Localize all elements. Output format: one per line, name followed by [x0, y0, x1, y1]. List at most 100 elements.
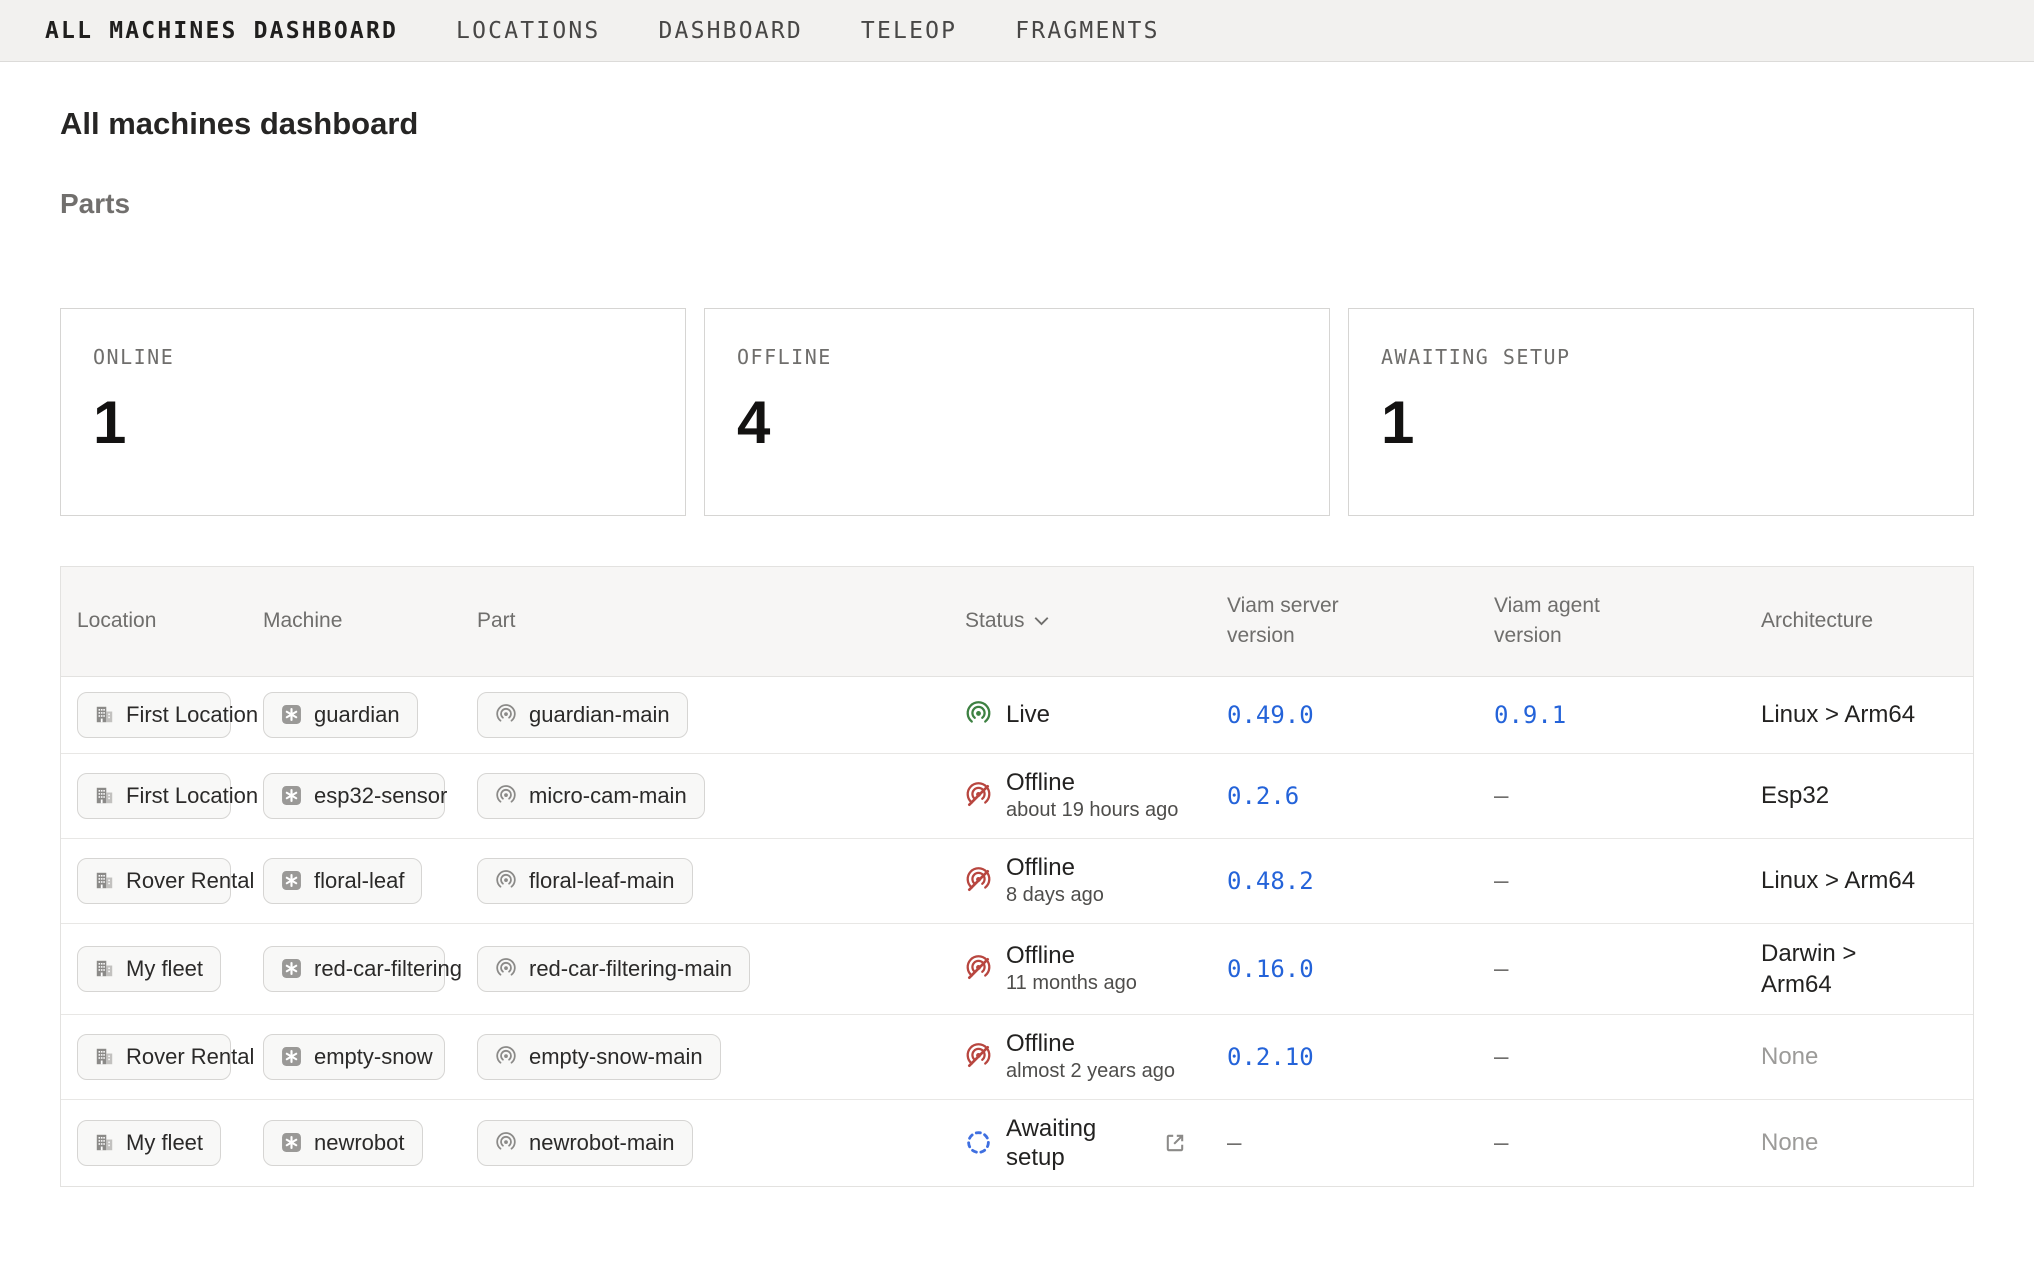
nav-item-teleop[interactable]: TELEOP	[861, 18, 957, 44]
page-content: All machines dashboard Parts ONLINE 1 OF…	[0, 106, 2034, 1187]
server-version-link[interactable]: 0.48.2	[1227, 867, 1314, 895]
table-row: My fleet red-car-filtering	[61, 923, 1973, 1014]
machine-asterisk-icon	[281, 785, 302, 806]
stat-card-offline: OFFLINE 4	[704, 308, 1330, 516]
agent-version-cell: –	[1478, 754, 1745, 838]
machine-cell: esp32-sensor	[247, 754, 461, 838]
nav-item-fragments[interactable]: FRAGMENTS	[1015, 18, 1159, 44]
location-badge[interactable]: Rover Rental	[77, 858, 231, 904]
part-cell: empty-snow-main	[461, 1015, 949, 1099]
agent-version-link[interactable]: –	[1494, 1129, 1508, 1157]
agent-version-link[interactable]: –	[1494, 782, 1508, 810]
architecture-value: Linux > Arm64	[1761, 699, 1915, 730]
server-version-link[interactable]: –	[1227, 1129, 1241, 1157]
architecture-cell: Linux > Arm64	[1745, 839, 1973, 923]
location-badge[interactable]: First Location	[77, 773, 231, 819]
location-cell: My fleet	[61, 1100, 247, 1186]
location-badge[interactable]: Rover Rental	[77, 1034, 231, 1080]
nav-item-locations[interactable]: LOCATIONS	[456, 18, 600, 44]
part-badge[interactable]: newrobot-main	[477, 1120, 693, 1166]
server-version-cell: 0.16.0	[1211, 924, 1478, 1014]
table-row: First Location guardian	[61, 677, 1973, 753]
part-cell: floral-leaf-main	[461, 839, 949, 923]
server-version-link[interactable]: 0.16.0	[1227, 955, 1314, 983]
table-row: Rover Rental empty-snow	[61, 1014, 1973, 1099]
architecture-value: Esp32	[1761, 780, 1829, 811]
status-label: Offline	[1006, 1029, 1136, 1058]
stat-card-label: OFFLINE	[737, 345, 1297, 369]
server-version-link[interactable]: 0.49.0	[1227, 701, 1314, 729]
agent-version-cell: –	[1478, 1015, 1745, 1099]
part-name: empty-snow-main	[529, 1044, 703, 1070]
status-label: Offline	[1006, 768, 1136, 797]
location-cell: My fleet	[61, 924, 247, 1014]
part-badge[interactable]: guardian-main	[477, 692, 688, 738]
machine-cell: guardian	[247, 677, 461, 753]
machine-name: newrobot	[314, 1130, 405, 1156]
chevron-down-icon[interactable]	[1034, 616, 1049, 626]
broadcast-icon	[495, 870, 517, 892]
status-subtext: about 19 hours ago	[1006, 797, 1178, 824]
nav-item-dashboard[interactable]: DASHBOARD	[658, 18, 802, 44]
status-label: Offline	[1006, 941, 1136, 970]
machine-badge[interactable]: guardian	[263, 692, 418, 738]
part-badge[interactable]: empty-snow-main	[477, 1034, 721, 1080]
machine-badge[interactable]: floral-leaf	[263, 858, 422, 904]
stat-card-value: 4	[737, 393, 1297, 453]
server-version-link[interactable]: 0.2.10	[1227, 1043, 1314, 1071]
building-icon	[95, 705, 114, 724]
agent-version-cell: –	[1478, 1100, 1745, 1186]
machine-name: guardian	[314, 702, 400, 728]
stat-card-online: ONLINE 1	[60, 308, 686, 516]
machine-badge[interactable]: empty-snow	[263, 1034, 445, 1080]
part-name: guardian-main	[529, 702, 670, 728]
machine-badge[interactable]: red-car-filtering	[263, 946, 445, 992]
agent-version-link[interactable]: –	[1494, 1043, 1508, 1071]
location-name: First Location	[126, 783, 258, 809]
agent-version-cell: –	[1478, 924, 1745, 1014]
building-icon	[95, 786, 114, 805]
machine-name: red-car-filtering	[314, 956, 462, 982]
part-badge[interactable]: red-car-filtering-main	[477, 946, 750, 992]
location-badge[interactable]: My fleet	[77, 946, 221, 992]
location-badge[interactable]: First Location	[77, 692, 231, 738]
location-badge[interactable]: My fleet	[77, 1120, 221, 1166]
column-header-location: Location	[61, 567, 247, 676]
building-icon	[95, 871, 114, 890]
column-header-machine: Machine	[247, 567, 461, 676]
agent-version-link[interactable]: –	[1494, 955, 1508, 983]
part-name: newrobot-main	[529, 1130, 675, 1156]
machine-badge[interactable]: esp32-sensor	[263, 773, 445, 819]
server-version-cell: –	[1211, 1100, 1478, 1186]
agent-version-link[interactable]: 0.9.1	[1494, 701, 1566, 729]
part-badge[interactable]: floral-leaf-main	[477, 858, 693, 904]
broadcast-offline-icon	[965, 867, 992, 894]
part-badge[interactable]: micro-cam-main	[477, 773, 705, 819]
location-cell: First Location	[61, 754, 247, 838]
part-cell: guardian-main	[461, 677, 949, 753]
location-name: First Location	[126, 702, 258, 728]
status-cell: Offline 11 months ago	[949, 924, 1211, 1014]
machine-cell: empty-snow	[247, 1015, 461, 1099]
column-header-status[interactable]: Status	[949, 567, 1211, 676]
page-title: All machines dashboard	[60, 106, 1974, 142]
table-header-row: Location Machine Part Status Viam server…	[61, 567, 1973, 677]
server-version-cell: 0.49.0	[1211, 677, 1478, 753]
machine-asterisk-icon	[281, 1046, 302, 1067]
machine-badge[interactable]: newrobot	[263, 1120, 423, 1166]
parts-section-title: Parts	[60, 188, 1974, 220]
status-label: Live	[1006, 700, 1050, 729]
nav-item-all-machines-dashboard[interactable]: ALL MACHINES DASHBOARD	[45, 18, 398, 44]
server-version-cell: 0.2.10	[1211, 1015, 1478, 1099]
stat-card-awaiting-setup: AWAITING SETUP 1	[1348, 308, 1974, 516]
location-name: My fleet	[126, 956, 203, 982]
location-cell: Rover Rental	[61, 839, 247, 923]
architecture-value: Darwin > Arm64	[1761, 938, 1856, 1000]
external-link-icon[interactable]	[1163, 1131, 1195, 1155]
part-cell: newrobot-main	[461, 1100, 949, 1186]
server-version-link[interactable]: 0.2.6	[1227, 782, 1299, 810]
broadcast-offline-icon	[965, 1043, 992, 1070]
agent-version-link[interactable]: –	[1494, 867, 1508, 895]
part-name: red-car-filtering-main	[529, 956, 732, 982]
location-name: Rover Rental	[126, 868, 254, 894]
